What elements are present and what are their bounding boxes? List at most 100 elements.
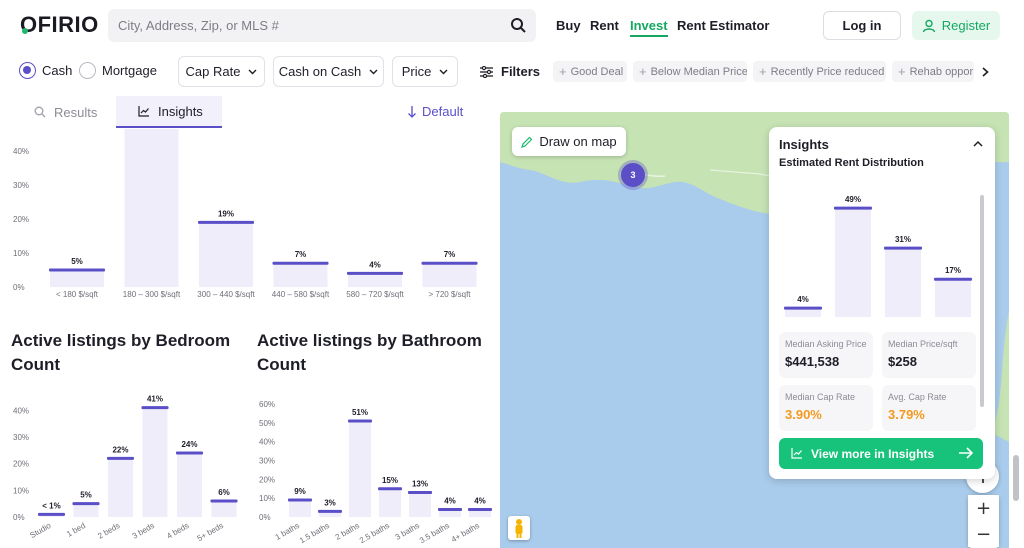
chip-label: Good Deal [570,65,624,78]
data-label: 6% [218,488,230,497]
category-label: Studio [28,521,53,540]
bar [289,500,311,517]
bar-top-marker [347,271,403,275]
bar-top-marker [348,419,372,423]
category-label: 300 – 440 $/sqft [197,290,255,299]
chevron-up-icon[interactable] [972,139,984,149]
data-label: 22% [112,445,128,454]
price-dropdown[interactable]: Price [392,56,458,87]
tab-results[interactable]: Results [20,96,116,128]
data-label: 4% [797,295,809,304]
plus-icon: + [898,64,906,79]
bar-top-marker [49,268,105,272]
stat-value: $441,538 [785,354,840,369]
zoom-in-button[interactable]: + [968,495,999,521]
bathroom-count-chart: 0% 10% 20% 30% 40% 50% 60% 9% 1 baths 3% 1.5 baths… [259,400,492,545]
filter-bar: Cash Mortgage Cap Rate Cash on Cash Pric… [0,54,1024,90]
y-tick-label: 20% [13,215,29,224]
bar [50,270,104,287]
nav-rent[interactable]: Rent [590,18,619,33]
tab-insights-label: Insights [158,103,203,119]
nav-buy[interactable]: Buy [556,18,581,33]
draw-on-map-button[interactable]: Draw on map [512,127,626,156]
chevron-right-icon [981,66,989,77]
bar-top-marker [38,512,65,516]
bar-top-marker [884,246,922,250]
y-tick-label: 0% [13,283,25,292]
bar [177,453,202,517]
stat-median-asking-price: Median Asking Price $441,538 [779,332,873,378]
chip-rehab-opportunity[interactable]: + Rehab oppor [892,61,974,82]
cash-on-cash-dropdown[interactable]: Cash on Cash [273,56,384,87]
sort-default[interactable]: Default [408,104,463,119]
arrow-down-icon [408,105,416,118]
category-label: 4+ baths [450,521,481,544]
y-tick-label: 40% [259,438,275,447]
bar-top-marker [72,502,100,506]
stat-label: Median Cap Rate [785,392,856,402]
zoom-out-button[interactable]: − [968,521,999,547]
cap-rate-label: Cap Rate [185,64,241,79]
arrow-right-icon [959,447,973,459]
bar-top-marker [198,220,254,224]
bar-top-marker [834,206,872,210]
cash-radio[interactable]: Cash [19,62,72,79]
y-tick-label: 50% [259,419,275,428]
view-more-insights-button[interactable]: View more in Insights [779,438,983,469]
cap-rate-dropdown[interactable]: Cap Rate [178,56,265,87]
bar [108,458,133,517]
street-view-pegman-icon[interactable] [508,516,530,540]
filters-label: Filters [501,64,541,79]
y-tick-label: 30% [13,181,29,190]
data-label: 7% [295,250,307,259]
nav-rent-estimator[interactable]: Rent Estimator [677,18,769,33]
bar [422,263,477,287]
map-cluster-marker[interactable]: 3 [621,163,645,187]
page-scrollbar[interactable] [1013,455,1019,501]
data-label: 7% [444,250,456,259]
bedroom-section-title: Active listings by Bedroom Count [11,329,230,377]
stat-label: Median Price/sqft [888,339,958,349]
insights-card-scrollbar[interactable] [980,195,984,407]
mortgage-label: Mortgage [102,63,157,78]
category-label: 180 – 300 $/sqft [123,290,181,299]
bedroom-title-line-2: Count [11,355,61,374]
register-label: Register [941,18,991,33]
bar [124,129,179,287]
data-label: 17% [945,266,961,275]
chip-below-median-price[interactable]: + Below Median Price [633,61,747,82]
search-icon[interactable] [510,17,526,33]
mortgage-radio[interactable]: Mortgage [79,62,157,79]
search-box[interactable] [108,9,536,42]
category-label: 1.5 baths [298,521,331,545]
stat-label: Avg. Cap Rate [888,392,947,402]
ofirio-logo[interactable]: OFIRIO [20,12,99,38]
data-label: 4% [474,496,486,505]
nav-invest[interactable]: Invest [630,18,668,37]
category-label: 2.5 baths [358,521,391,545]
login-button[interactable]: Log in [823,11,901,40]
chip-recently-price-reduced[interactable]: + Recently Price reduced [753,61,886,82]
chip-label: Recently Price reduced [770,65,885,78]
tab-insights[interactable]: Insights [116,96,222,128]
stat-value: 3.79% [888,407,925,422]
category-label: 4 beds [165,521,190,541]
bar-top-marker [288,498,312,502]
register-button[interactable]: Register [912,11,1000,40]
filters-button[interactable]: Filters [472,56,545,87]
top-header: OFIRIO Buy Rent Invest Rent Estimator Lo… [0,0,1024,52]
bar-top-marker [934,277,972,281]
stat-avg-cap-rate: Avg. Cap Rate 3.79% [882,385,976,431]
category-label: 3.5 baths [418,521,451,545]
view-more-label: View more in Insights [811,446,935,461]
search-input[interactable] [118,15,498,36]
insights-card-title: Insights [779,137,829,152]
bar [273,263,328,287]
chips-scroll-right[interactable] [976,61,994,82]
insights-card: Insights Estimated Rent Distribution 4% 4… [769,127,995,479]
chip-good-deal[interactable]: + Good Deal [553,61,627,82]
bar-top-marker [107,456,134,460]
search-icon [34,106,46,118]
bar [211,501,237,517]
stat-label: Median Asking Price [785,339,867,349]
